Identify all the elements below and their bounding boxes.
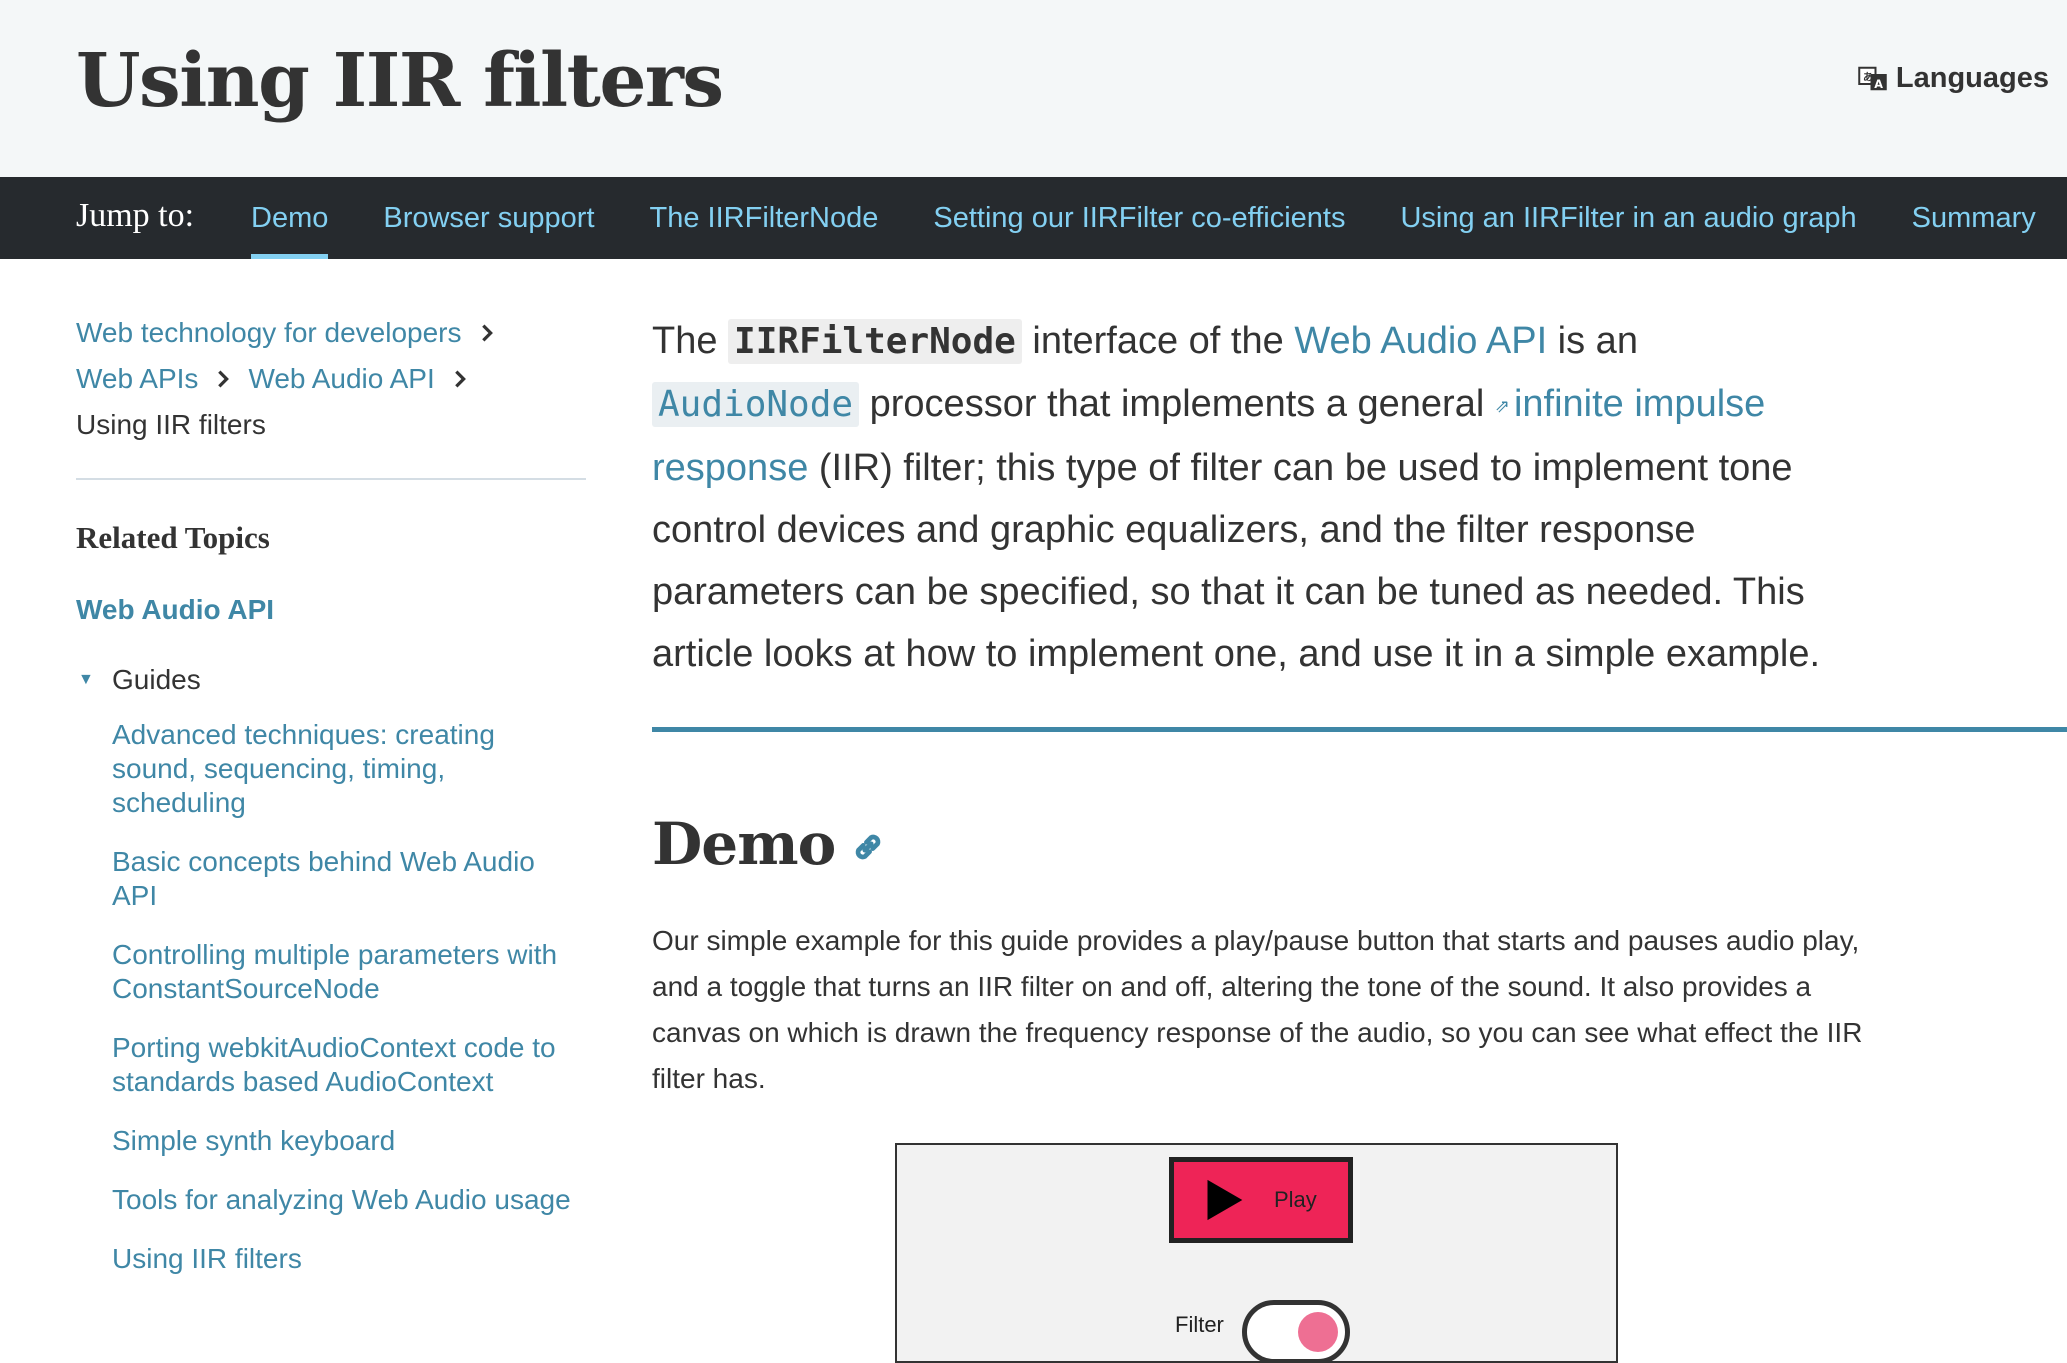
page-title: Using IIR filters: [76, 38, 724, 124]
web-audio-api-link[interactable]: Web Audio API: [1294, 320, 1547, 362]
guides-label: Guides: [112, 664, 201, 695]
sidebar-divider: [76, 478, 586, 480]
play-label: Play: [1274, 1187, 1317, 1212]
caret-down-icon: ▼: [78, 671, 94, 688]
language-icon: あ A: [1858, 66, 1887, 90]
jump-link-audio-graph[interactable]: Using an IIRFilter in an audio graph: [1400, 177, 1856, 259]
chevron-right-icon: [454, 370, 466, 388]
svg-text:あ: あ: [1863, 70, 1873, 83]
intro-paragraph: The IIRFilterNode interface of the Web A…: [652, 310, 1852, 685]
languages-label: Languages: [1895, 62, 2049, 94]
guide-link-using-iir-filters[interactable]: Using IIR filters: [112, 1242, 586, 1276]
guides-toggle[interactable]: ▼ Guides: [76, 664, 586, 696]
guide-link-synth-keyboard[interactable]: Simple synth keyboard: [112, 1124, 586, 1158]
guides-list: Advanced techniques: creating sound, seq…: [112, 718, 586, 1276]
intro-text: is an: [1547, 320, 1638, 362]
breadcrumb-current: Using IIR filters: [76, 409, 266, 440]
guide-link-analyzing-tools[interactable]: Tools for analyzing Web Audio usage: [112, 1183, 586, 1217]
guide-link-basic-concepts[interactable]: Basic concepts behind Web Audio API: [112, 845, 586, 913]
jump-to-bar: Jump to: Demo Browser support The IIRFil…: [0, 177, 2067, 259]
jump-link-demo[interactable]: Demo: [251, 177, 329, 259]
intro-text: interface of the: [1021, 320, 1295, 362]
page-header: Using IIR filters あ A Languages: [0, 0, 2067, 177]
intro-text: The: [652, 320, 729, 362]
related-topics-heading: Related Topics: [76, 520, 270, 555]
guide-link-advanced-techniques[interactable]: Advanced techniques: creating sound, seq…: [112, 718, 586, 820]
breadcrumb-web-apis[interactable]: Web APIs: [76, 356, 198, 402]
filter-toggle[interactable]: [1242, 1300, 1350, 1361]
guide-link-constantsourcenode[interactable]: Controlling multiple parameters with Con…: [112, 938, 586, 1006]
iirfilternode-code: IIRFilterNode: [728, 319, 1022, 364]
link-icon[interactable]: [849, 828, 887, 866]
breadcrumb: Web technology for developers Web APIs W…: [76, 310, 586, 448]
guide-link-porting-webkit[interactable]: Porting webkitAudioContext code to stand…: [112, 1031, 586, 1099]
intro-text: processor that implements a general: [859, 383, 1495, 425]
play-button[interactable]: Play: [1169, 1157, 1353, 1243]
toggle-knob: [1298, 1312, 1338, 1352]
svg-text:A: A: [1874, 77, 1883, 90]
play-icon: [1207, 1179, 1243, 1221]
breadcrumb-web-audio-api[interactable]: Web Audio API: [248, 356, 434, 402]
sidebar: Web technology for developers Web APIs W…: [76, 310, 586, 1301]
jump-to-label: Jump to:: [76, 197, 195, 234]
sidebar-web-audio-api-link[interactable]: Web Audio API: [76, 594, 586, 626]
main-content: The IIRFilterNode interface of the Web A…: [652, 310, 2067, 1102]
demo-frame: Play Filter: [895, 1143, 1618, 1363]
jump-link-summary[interactable]: Summary: [1912, 177, 2036, 259]
languages-button[interactable]: あ A Languages: [1858, 62, 2049, 95]
filter-label: Filter: [1175, 1312, 1224, 1337]
chevron-right-icon: [481, 324, 493, 342]
external-link-icon: ⇗: [1494, 395, 1510, 416]
demo-title: Demo: [652, 809, 836, 878]
chevron-right-icon: [218, 370, 230, 388]
demo-heading: Demo: [652, 810, 2067, 878]
jump-link-iirfilternode[interactable]: The IIRFilterNode: [650, 177, 879, 259]
breadcrumb-web-technology[interactable]: Web technology for developers: [76, 310, 462, 356]
jump-link-browser-support[interactable]: Browser support: [383, 177, 594, 259]
jump-links: Demo Browser support The IIRFilterNode S…: [251, 177, 2067, 259]
intro-divider: [652, 726, 2067, 732]
jump-link-coefficients[interactable]: Setting our IIRFilter co-efficients: [933, 177, 1345, 259]
audionode-link[interactable]: AudioNode: [652, 382, 860, 427]
demo-description: Our simple example for this guide provid…: [652, 924, 1863, 1094]
intro-text: (IIR) filter; this type of filter can be…: [652, 446, 1821, 675]
